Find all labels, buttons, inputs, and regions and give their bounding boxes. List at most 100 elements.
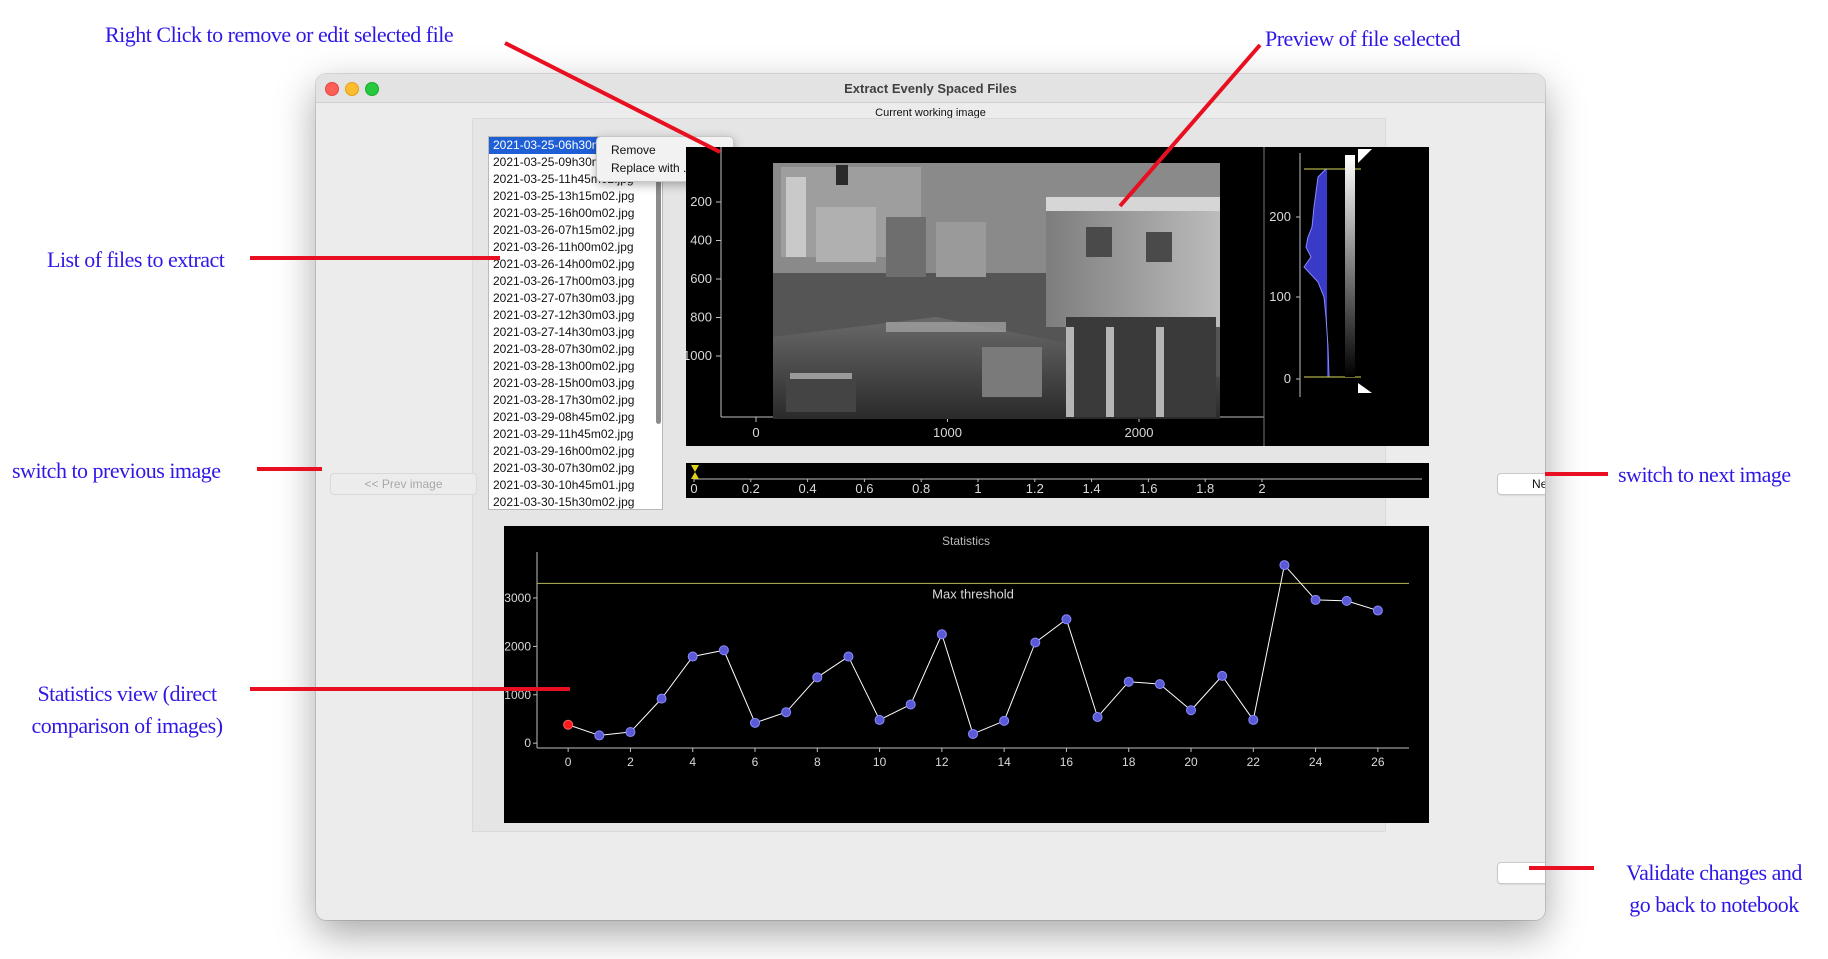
title-bar: Extract Evenly Spaced Files — [316, 74, 1545, 103]
file-list-item[interactable]: 2021-03-29-08h45m02.jpg — [489, 409, 662, 426]
series-line-segment — [1003, 642, 1036, 722]
x-tick-label: 18 — [1122, 755, 1136, 769]
annotation-validate-line2: go back to notebook — [1629, 892, 1799, 917]
file-list[interactable]: 2021-03-25-06h30m02.jpg 2021-03-25-09h30m… — [488, 136, 663, 510]
file-list-item[interactable]: 2021-03-26-14h00m02.jpg — [489, 256, 662, 273]
data-point[interactable] — [999, 715, 1010, 726]
gradient-scale-bar[interactable]: 0 0.2 0.4 0.6 0.8 1 1.2 1.4 1.6 1.8 2 — [686, 463, 1429, 498]
data-point[interactable] — [1186, 705, 1196, 716]
file-list-item[interactable]: 2021-03-30-15h30m02.jpg — [489, 494, 662, 509]
scale-tick-label: 1.8 — [1196, 481, 1214, 496]
file-list-item[interactable]: 2021-03-25-13h15m02.jpg — [489, 188, 662, 205]
x-tick-label: 4 — [689, 755, 696, 769]
data-point[interactable] — [1061, 614, 1072, 625]
scale-handle-icon[interactable] — [691, 465, 699, 472]
black-level-handle-icon[interactable] — [1358, 383, 1372, 393]
data-point[interactable] — [1030, 637, 1041, 648]
scale-tick-label: 1.6 — [1139, 481, 1157, 496]
histogram-tick-label: 200 — [1269, 209, 1291, 224]
file-list-item[interactable]: 2021-03-30-07h30m02.jpg — [489, 460, 662, 477]
data-point[interactable] — [1310, 594, 1321, 605]
file-list-item[interactable]: 2021-03-28-07h30m02.jpg — [489, 341, 662, 358]
file-list-item[interactable]: 2021-03-29-11h45m02.jpg — [489, 426, 662, 443]
file-list-item[interactable]: 2021-03-25-16h00m02.jpg — [489, 205, 662, 222]
data-point[interactable] — [1217, 670, 1228, 681]
series-line-segment — [1097, 681, 1130, 718]
data-point[interactable] — [1154, 679, 1165, 690]
series-line-segment — [1190, 675, 1223, 711]
x-tick-label: 24 — [1309, 755, 1323, 769]
series-line-segment — [1159, 683, 1192, 711]
file-list-item[interactable]: 2021-03-27-07h30m03.jpg — [489, 290, 662, 307]
scale-tick-label: 0.8 — [912, 481, 930, 496]
chart-title: Statistics — [942, 534, 990, 548]
scale-tick-label: 1 — [974, 481, 981, 496]
series-line-segment — [1284, 564, 1316, 601]
data-point[interactable] — [594, 730, 605, 741]
data-point[interactable] — [718, 645, 729, 656]
x-tick-label: 20 — [1184, 755, 1198, 769]
x-tick-label: 16 — [1060, 755, 1074, 769]
scale-tick-label: 2 — [1258, 481, 1265, 496]
y-tick-label: 800 — [690, 310, 712, 325]
annotation-validate: Validate changes and go back to notebook — [1608, 857, 1820, 921]
data-point[interactable] — [625, 727, 636, 738]
photo-preview — [773, 163, 1220, 419]
series-line-segment — [972, 720, 1005, 735]
annotation-list: List of files to extract — [47, 247, 225, 272]
ok-button[interactable]: OK — [1497, 862, 1545, 884]
selected-data-point[interactable] — [563, 719, 574, 730]
series-line-segment — [879, 703, 911, 721]
histogram-tick-label: 0 — [1284, 371, 1291, 386]
series-line-segment — [785, 677, 818, 713]
file-list-item[interactable]: 2021-03-26-17h00m03.jpg — [489, 273, 662, 290]
data-point[interactable] — [968, 728, 978, 739]
white-level-handle-icon[interactable] — [1358, 149, 1372, 163]
scale-tick-label: 1.4 — [1083, 481, 1101, 496]
file-list-item[interactable]: 2021-03-27-12h30m03.jpg — [489, 307, 662, 324]
data-point[interactable] — [1248, 714, 1259, 725]
annotation-prev: switch to previous image — [12, 458, 221, 483]
x-tick-label: 8 — [814, 755, 821, 769]
data-point[interactable] — [812, 672, 823, 683]
data-point[interactable] — [1092, 712, 1103, 723]
data-point[interactable] — [843, 651, 854, 662]
y-tick-label: 400 — [690, 233, 712, 248]
data-point[interactable] — [874, 714, 885, 725]
file-list-item[interactable]: 2021-03-28-13h00m02.jpg — [489, 358, 662, 375]
data-point[interactable] — [781, 707, 792, 718]
series-line-segment — [1221, 675, 1254, 721]
x-tick-label: 22 — [1247, 755, 1261, 769]
data-point[interactable] — [656, 693, 667, 704]
file-list-item[interactable]: 2021-03-28-17h30m02.jpg — [489, 392, 662, 409]
file-list-item[interactable]: 2021-03-27-14h30m03.jpg — [489, 324, 662, 341]
series-line-segment — [661, 656, 694, 699]
scale-tick-label: 0.2 — [742, 481, 760, 496]
file-list-item[interactable]: 2021-03-30-10h45m01.jpg — [489, 477, 662, 494]
y-tick-label: 0 — [524, 736, 531, 750]
data-point[interactable] — [1123, 676, 1134, 687]
x-tick-label: 0 — [565, 755, 572, 769]
file-list-item[interactable]: 2021-03-29-16h00m02.jpg — [489, 443, 662, 460]
next-image-button[interactable]: Next image >> — [1497, 473, 1545, 495]
file-list-item[interactable]: 2021-03-26-11h00m02.jpg — [489, 239, 662, 256]
y-tick-label: 3000 — [504, 591, 531, 605]
data-point[interactable] — [1372, 605, 1383, 616]
data-point[interactable] — [1341, 595, 1352, 606]
y-tick-label: 2000 — [504, 639, 531, 653]
prev-image-button[interactable]: << Prev image — [330, 473, 477, 495]
annotation-stats-line1: Statistics view (direct — [37, 681, 217, 706]
data-point[interactable] — [936, 629, 947, 640]
x-tick-label: 26 — [1371, 755, 1385, 769]
y-tick-label: 1000 — [504, 688, 531, 702]
file-list-item[interactable]: 2021-03-28-15h00m03.jpg — [489, 375, 662, 392]
series-line-segment — [941, 634, 974, 735]
image-preview-panel: 200 400 600 800 1000 0 1000 2000 200 100… — [683, 147, 1429, 446]
scale-tick-label: 0.6 — [855, 481, 873, 496]
data-point[interactable] — [905, 699, 916, 710]
annotation-validate-line1: Validate changes and — [1626, 860, 1802, 885]
data-point[interactable] — [750, 717, 760, 728]
file-list-item[interactable]: 2021-03-26-07h15m02.jpg — [489, 222, 662, 239]
data-point[interactable] — [1279, 560, 1290, 571]
data-point[interactable] — [687, 651, 698, 662]
